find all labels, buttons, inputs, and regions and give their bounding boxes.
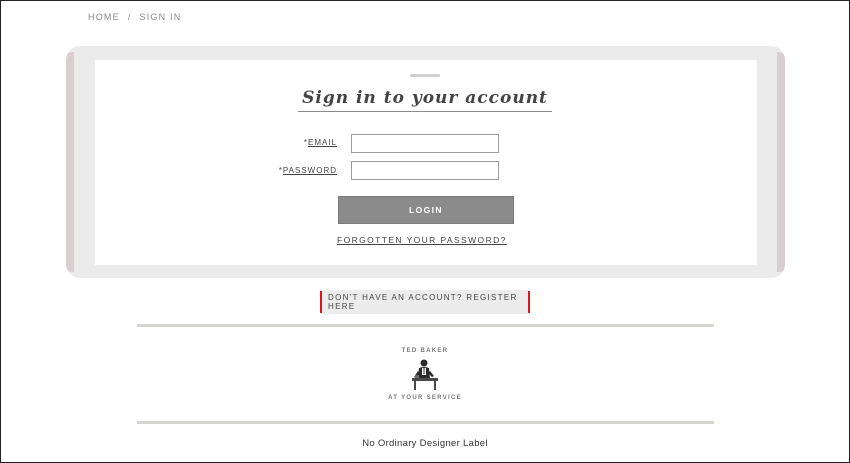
card-handle	[410, 74, 440, 77]
breadcrumb-current: SIGN IN	[139, 12, 182, 22]
page-title: Sign in to your account	[302, 88, 548, 108]
panel-left-edge	[66, 52, 74, 272]
signin-panel: Sign in to your account *EMAIL *PASSWORD…	[66, 46, 785, 278]
title-underline	[298, 111, 552, 112]
login-button[interactable]: LOGIN	[338, 196, 514, 224]
breadcrumb-separator: /	[127, 12, 132, 22]
forgot-password-link[interactable]: FORGOTTEN YOUR PASSWORD?	[337, 235, 507, 245]
breadcrumb-home[interactable]: HOME	[88, 12, 120, 22]
divider-bottom	[137, 421, 714, 424]
password-label-text: PASSWORD	[282, 166, 337, 175]
divider-top	[137, 324, 714, 327]
signin-card: Sign in to your account *EMAIL *PASSWORD…	[95, 60, 757, 265]
brand-name: TED BAKER	[401, 348, 449, 354]
register-link[interactable]: DON'T HAVE AN ACCOUNT? REGISTER HERE	[322, 290, 528, 314]
man-at-desk-illustration-icon	[412, 359, 438, 390]
register-highlight-box: DON'T HAVE AN ACCOUNT? REGISTER HERE	[320, 290, 530, 314]
brand-slogan: AT YOUR SERVICE	[388, 395, 462, 401]
email-label-text: EMAIL	[307, 138, 337, 147]
email-label: *EMAIL	[291, 138, 337, 147]
panel-right-edge	[777, 52, 785, 272]
password-field[interactable]	[351, 161, 499, 180]
email-field[interactable]	[351, 134, 499, 153]
password-label: *PASSWORD	[271, 166, 337, 175]
breadcrumb: HOME / SIGN IN	[88, 12, 181, 22]
footer-tagline: No Ordinary Designer Label	[362, 438, 488, 449]
